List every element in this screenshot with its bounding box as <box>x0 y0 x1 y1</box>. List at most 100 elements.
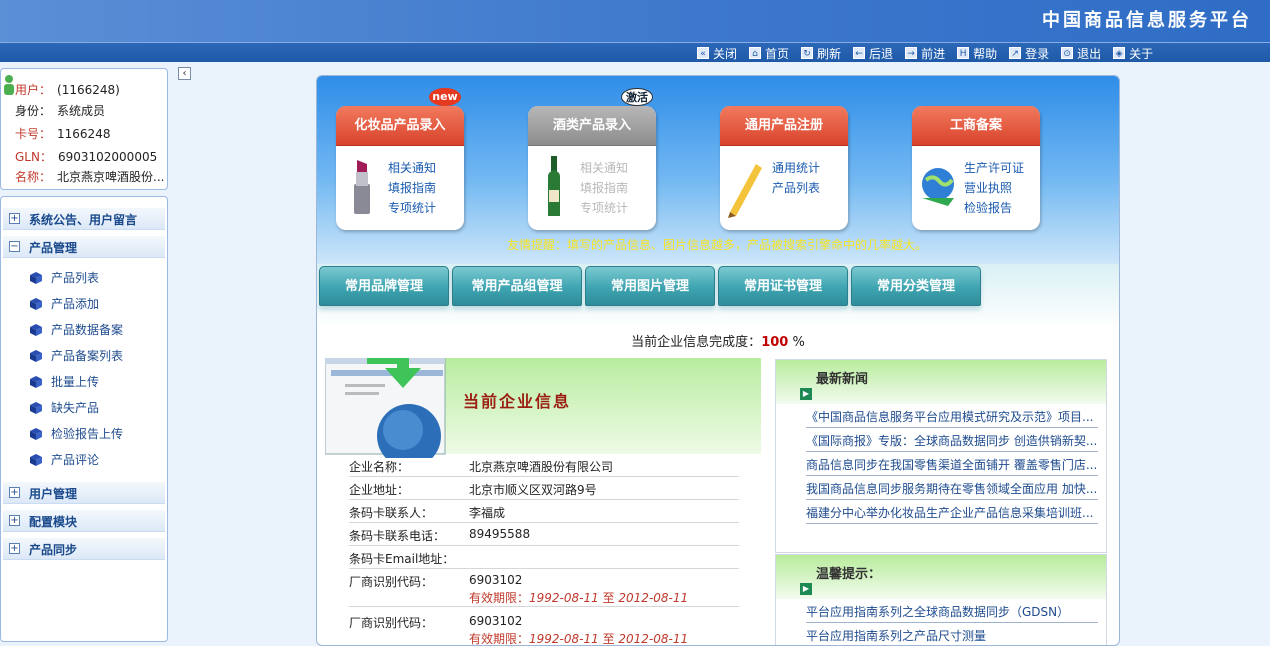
card-title[interactable]: 酒类产品录入 <box>528 106 656 146</box>
company-illustration <box>325 358 446 458</box>
tip-link[interactable]: 平台应用指南系列之全球商品数据同步（GDSN） <box>806 603 1098 623</box>
menu-group-label: 配置模块 <box>29 515 78 529</box>
info-value: 李福成 <box>469 506 506 520</box>
card-title[interactable]: 通用产品注册 <box>720 106 848 146</box>
card-link[interactable]: 专项统计 <box>580 198 628 218</box>
collapse-sidebar-button[interactable]: ‹ <box>178 67 191 80</box>
card-title[interactable]: 工商备案 <box>912 106 1040 146</box>
book-icon <box>30 349 42 362</box>
card-link[interactable]: 相关通知 <box>388 158 436 178</box>
sidebar-item-missing-products[interactable]: 缺失产品 <box>29 399 99 417</box>
toolbar-home-label: 首页 <box>765 46 790 61</box>
toolbar-logout-button[interactable]: ⊙ 退出 <box>1061 43 1101 63</box>
sidebar-item-product-add[interactable]: 产品添加 <box>29 295 99 313</box>
latest-news-box: 最新新闻 ▶ 《中国商品信息服务平台应用模式研究及示范》项目... 《国际商报》… <box>775 359 1107 553</box>
news-link[interactable]: 我国商品信息同步服务期待在零售领域全面应用 加快... <box>806 480 1098 500</box>
completion-value: 100 <box>761 335 789 350</box>
tab-image-management[interactable]: 常用图片管理 <box>585 266 715 306</box>
card-link[interactable]: 产品列表 <box>772 178 820 198</box>
news-link[interactable]: 《中国商品信息服务平台应用模式研究及示范》项目... <box>806 408 1098 428</box>
card-link[interactable]: 营业执照 <box>964 178 1024 198</box>
toolbar-help-button[interactable]: H 帮助 <box>957 43 997 63</box>
app-header: 中国商品信息服务平台 <box>0 0 1270 42</box>
info-key: 厂商识别代码： <box>349 616 434 630</box>
toolbar-forward-button[interactable]: → 前进 <box>905 43 945 63</box>
sidebar-menu: + 系统公告、用户留言 − 产品管理 产品列表 产品添加 产品数据备案 产品备案列表… <box>0 196 168 642</box>
validity-period: 有效期限：1992-08-11 至 2012-08-11 <box>469 630 689 646</box>
tab-brand-management[interactable]: 常用品牌管理 <box>319 266 449 306</box>
news-link[interactable]: 《国际商报》专版：全球商品数据同步 创造供销新契... <box>806 432 1098 452</box>
menu-group-announcements[interactable]: + 系统公告、用户留言 <box>3 208 165 230</box>
sidebar-item-batch-upload[interactable]: 批量上传 <box>29 373 99 391</box>
sidebar-item-product-list[interactable]: 产品列表 <box>29 269 99 287</box>
card-link[interactable]: 填报指南 <box>388 178 436 198</box>
toolbar-about-button[interactable]: ◈ 关于 <box>1113 43 1153 63</box>
sidebar-item-report-upload[interactable]: 检验报告上传 <box>29 425 123 443</box>
news-link[interactable]: 福建分中心举办化妆品生产企业产品信息采集培训班... <box>806 504 1098 524</box>
sidebar-item-product-review[interactable]: 产品评论 <box>29 451 99 469</box>
card-general-registration[interactable]: 通用产品注册 通用统计 产品列表 <box>720 106 848 230</box>
news-title: 最新新闻 <box>816 372 869 387</box>
card-title[interactable]: 化妆品产品录入 <box>336 106 464 146</box>
sidebar-item-product-record[interactable]: 产品数据备案 <box>29 321 123 339</box>
user-info-panel: 用户： (1166248) 身份： 系统成员 卡号： 1166248 GLN： 6903… <box>0 68 168 190</box>
tips-box: 温馨提示： ▶ 平台应用指南系列之全球商品数据同步（GDSN） 平台应用指南系列… <box>775 554 1107 645</box>
user-id-label: 用户： <box>15 83 52 97</box>
menu-group-label: 产品管理 <box>29 241 78 255</box>
card-liquor-entry[interactable]: 酒类产品录入 相关通知 填报指南 专项统计 <box>528 106 656 230</box>
menu-group-label: 系统公告、用户留言 <box>29 213 138 227</box>
card-link[interactable]: 生产许可证 <box>964 158 1024 178</box>
user-icon <box>4 75 14 95</box>
validity-to: 2012-08-11 <box>618 632 689 646</box>
info-key: 条码卡联系人： <box>349 506 434 520</box>
card-link[interactable]: 专项统计 <box>388 198 436 218</box>
tip-link[interactable]: 平台应用指南系列之产品尺寸测量 <box>806 627 1098 645</box>
validity-period: 有效期限：1992-08-11 至 2012-08-11 <box>469 589 688 606</box>
book-icon <box>30 271 42 284</box>
globe-icon <box>922 168 954 206</box>
info-key: 条码卡联系电话： <box>349 529 446 543</box>
info-row-email: 条码卡Email地址： <box>349 546 739 569</box>
user-name-row: 名称： 北京燕京啤酒股份... <box>15 168 164 185</box>
user-gln-label: GLN： <box>15 150 52 164</box>
card-link[interactable]: 填报指南 <box>580 178 628 198</box>
menu-group-product-management[interactable]: − 产品管理 <box>3 236 165 258</box>
toolbar-home-button[interactable]: ⌂ 首页 <box>749 43 789 63</box>
toolbar-refresh-button[interactable]: ↻ 刷新 <box>801 43 841 63</box>
tab-product-group-management[interactable]: 常用产品组管理 <box>452 266 582 306</box>
news-link[interactable]: 商品信息同步在我国零售渠道全面铺开 覆盖零售门店... <box>806 456 1098 476</box>
expand-icon: + <box>9 213 20 224</box>
info-row-manufacturer-code: 厂商识别代码： 6903102 有效期限：1992-08-11 至 2012-08… <box>349 569 739 607</box>
card-link[interactable]: 相关通知 <box>580 158 628 178</box>
info-value: 北京市顺义区双河路9号 <box>469 483 597 497</box>
card-business-record[interactable]: 工商备案 生产许可证 营业执照 检验报告 <box>912 106 1040 230</box>
collapse-icon: − <box>9 241 20 252</box>
validity-label: 有效期限： <box>469 591 530 605</box>
company-banner: 当前企业信息 <box>325 358 761 458</box>
card-link[interactable]: 通用统计 <box>772 158 820 178</box>
user-id-value: (1166248) <box>57 83 120 97</box>
menu-group-user-management[interactable]: + 用户管理 <box>3 482 165 504</box>
menu-group-label: 产品同步 <box>29 543 78 557</box>
toolbar-close-button[interactable]: « 关闭 <box>697 43 737 63</box>
user-card-row: 卡号： 1166248 <box>15 125 110 142</box>
back-icon: ← <box>853 47 866 59</box>
menu-group-config[interactable]: + 配置模块 <box>3 510 165 532</box>
pencil-icon <box>728 164 762 218</box>
user-role-label: 身份： <box>15 104 52 118</box>
menu-group-product-sync[interactable]: + 产品同步 <box>3 538 165 560</box>
book-icon <box>30 375 42 388</box>
card-cosmetics-entry[interactable]: 化妆品产品录入 相关通知 填报指南 专项统计 <box>336 106 464 230</box>
menu-group-label: 用户管理 <box>29 487 78 501</box>
info-value: 89495588 <box>469 527 531 541</box>
info-key: 企业名称： <box>349 460 410 474</box>
toolbar-login-button[interactable]: ↗ 登录 <box>1009 43 1049 63</box>
toolbar-back-button[interactable]: ← 后退 <box>853 43 893 63</box>
completion-unit: % <box>792 335 805 350</box>
sidebar-item-record-list[interactable]: 产品备案列表 <box>29 347 123 365</box>
tab-category-management[interactable]: 常用分类管理 <box>851 266 981 306</box>
common-management-tabs: 常用品牌管理 常用产品组管理 常用图片管理 常用证书管理 常用分类管理 <box>317 264 1119 328</box>
logout-icon: ⊙ <box>1061 47 1074 59</box>
card-link[interactable]: 检验报告 <box>964 198 1024 218</box>
tab-certificate-management[interactable]: 常用证书管理 <box>718 266 848 306</box>
